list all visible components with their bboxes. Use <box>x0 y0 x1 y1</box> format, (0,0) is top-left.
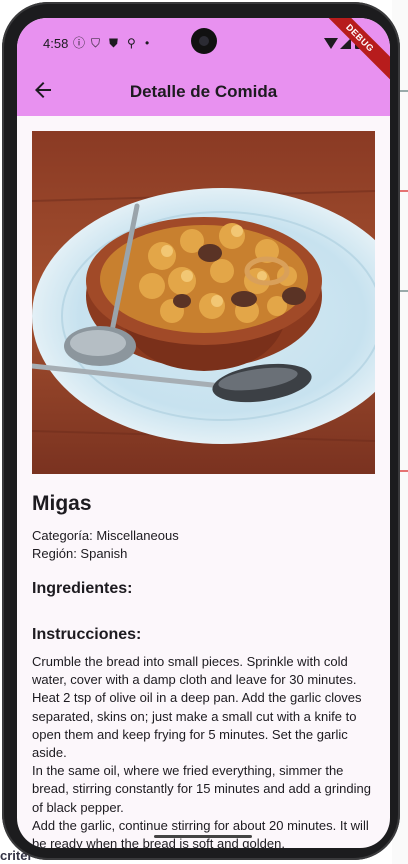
status-time: 4:58 <box>43 36 69 51</box>
meal-category: Categoría: Miscellaneous <box>32 528 179 543</box>
front-camera <box>191 28 217 54</box>
shield-lock-icon: ⛊ <box>109 36 119 50</box>
ingredients-heading: Ingredientes: <box>32 580 133 597</box>
usb-icon: ⚲ <box>127 36 136 50</box>
wifi-icon <box>324 38 338 49</box>
instructions-text: Crumble the bread into small pieces. Spr… <box>32 654 371 848</box>
background-page-mark <box>400 470 408 472</box>
meal-name: Migas <box>32 492 92 515</box>
background-page-mark <box>400 90 408 92</box>
meal-image <box>32 131 375 474</box>
phone-frame: 4:58 ⓘ ⛉ ⛊ ⚲ • DEBUG Detalle de Comida M… <box>2 2 400 860</box>
home-indicator[interactable] <box>154 835 252 838</box>
top-bar: 4:58 ⓘ ⛉ ⛊ ⚲ • DEBUG Detalle de Comida <box>17 18 390 116</box>
meal-detail: Migas Categoría: Miscellaneous Región: S… <box>17 116 390 848</box>
meal-region: Región: Spanish <box>32 546 128 561</box>
shield-icon: ⛉ <box>91 36 101 50</box>
page-title: Detalle de Comida <box>129 82 278 101</box>
app-screen: 4:58 ⓘ ⛉ ⛊ ⚲ • DEBUG Detalle de Comida M… <box>17 18 390 848</box>
info-icon: ⓘ <box>73 36 86 50</box>
instructions-heading: Instrucciones: <box>32 626 142 643</box>
background-page-mark <box>400 190 408 192</box>
background-page-mark <box>400 290 408 292</box>
dot-icon: • <box>145 36 150 50</box>
app-bar: Detalle de Comida <box>17 70 390 114</box>
